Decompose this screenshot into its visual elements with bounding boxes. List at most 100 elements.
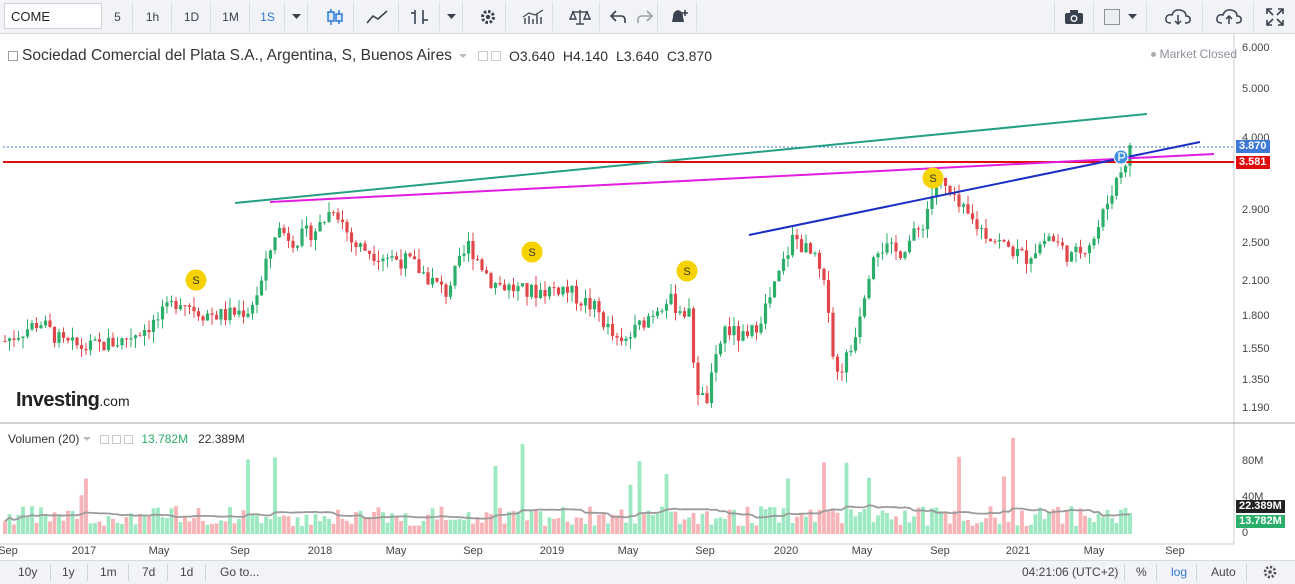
volume-settings-icon[interactable]: [112, 434, 122, 444]
candle-body: [79, 345, 84, 349]
candle-body: [898, 251, 903, 259]
volume-bar: [498, 507, 502, 534]
candle-body: [669, 293, 673, 305]
candle-body: [912, 228, 916, 241]
collapse-legend-icon[interactable]: [8, 51, 18, 61]
range-7d[interactable]: 7d: [142, 565, 155, 581]
candle-body: [723, 326, 727, 344]
volume-bar: [592, 525, 597, 534]
volume-bar: [907, 522, 912, 534]
cloud-download-icon[interactable]: [1153, 2, 1203, 31]
cloud-upload-icon[interactable]: [1204, 2, 1254, 31]
symbol-input[interactable]: [4, 3, 102, 29]
volume-bar: [124, 516, 129, 534]
line-chart-icon[interactable]: [355, 2, 399, 31]
volume-bar: [237, 518, 241, 534]
interval-5[interactable]: 5: [103, 2, 133, 31]
volume-bar: [750, 522, 754, 534]
drawing-dropdown-icon[interactable]: [441, 2, 463, 31]
candle-body: [304, 225, 309, 229]
interval-1d[interactable]: 1D: [173, 2, 211, 31]
candle-body: [349, 232, 354, 243]
volume-close-icon[interactable]: [124, 434, 134, 444]
log-toggle[interactable]: log: [1171, 565, 1187, 581]
fullscreen-icon[interactable]: [1258, 2, 1292, 31]
volume-bar: [205, 524, 210, 534]
volume-bar: [165, 518, 169, 534]
candle-body: [966, 204, 970, 214]
volume-bar: [529, 510, 534, 534]
volume-bar: [619, 509, 624, 534]
volume-bar: [340, 518, 345, 534]
candle-body: [372, 253, 376, 261]
candle-body: [61, 332, 66, 338]
trend-line-lower[interactable]: [748, 141, 1201, 236]
investing-logo: Investing.com: [16, 389, 130, 411]
interval-1h[interactable]: 1h: [134, 2, 172, 31]
indicators-icon[interactable]: [513, 2, 553, 31]
interval-dropdown-icon[interactable]: [286, 2, 308, 31]
range-1d[interactable]: 1d: [180, 565, 193, 581]
volume-bar: [943, 511, 948, 534]
volume-bar: [192, 518, 196, 534]
chart-toolbar: 5 1h 1D 1M 1S: [0, 0, 1295, 34]
title-dropdown-icon[interactable]: [458, 51, 470, 61]
candle-body: [628, 337, 633, 339]
volume-bar: [309, 524, 313, 534]
volume-dropdown-icon[interactable]: [82, 434, 94, 444]
candle-body: [1069, 252, 1074, 262]
candles-icon[interactable]: [316, 2, 354, 31]
range-10y[interactable]: 10y: [18, 565, 37, 581]
interval-1s[interactable]: 1S: [251, 2, 285, 31]
candle-body: [583, 298, 588, 306]
drawing-tools-icon[interactable]: [400, 2, 440, 31]
volume-bar: [408, 525, 412, 534]
volume-bar: [1024, 525, 1029, 534]
candle-body: [246, 313, 250, 317]
alert-bell-icon[interactable]: [663, 2, 697, 31]
candle-body: [957, 194, 961, 207]
compare-scale-icon[interactable]: [560, 2, 600, 31]
undo-icon[interactable]: [605, 2, 631, 31]
candle-body: [1051, 236, 1056, 242]
auto-toggle[interactable]: Auto: [1211, 565, 1236, 581]
trend-line-upper[interactable]: [234, 113, 1148, 204]
volume-bar: [111, 518, 115, 534]
range-1m[interactable]: 1m: [100, 565, 117, 581]
event-marker-icon[interactable]: [1113, 149, 1129, 165]
price-chart[interactable]: S S S S: [0, 34, 1295, 560]
redo-icon[interactable]: [632, 2, 658, 31]
dividend-marker[interactable]: S: [185, 269, 207, 291]
dividend-marker[interactable]: S: [922, 167, 944, 189]
candle-body: [885, 243, 889, 253]
camera-icon[interactable]: [1054, 2, 1094, 31]
interval-1m[interactable]: 1M: [212, 2, 250, 31]
volume-bar: [835, 512, 840, 534]
chart-settings-icon[interactable]: [1262, 564, 1278, 580]
dividend-marker[interactable]: S: [521, 241, 543, 263]
volume-bar: [772, 507, 777, 534]
candle-body: [759, 323, 763, 333]
volume-bar: [601, 513, 606, 534]
price-tick: 1.800: [1242, 310, 1270, 322]
settings-gear-icon[interactable]: [470, 2, 506, 31]
dividend-marker[interactable]: S: [676, 260, 698, 282]
svg-text:S: S: [929, 173, 936, 185]
range-1y[interactable]: 1y: [62, 565, 75, 581]
settings-mini-icon[interactable]: [490, 51, 501, 61]
eye-toggle-icon[interactable]: [477, 51, 488, 61]
candle-body: [1020, 248, 1024, 251]
volume-bar: [435, 519, 439, 534]
candle-body: [232, 307, 237, 315]
percent-toggle[interactable]: %: [1136, 565, 1147, 581]
color-picker-button[interactable]: [1095, 2, 1147, 31]
candle-body: [399, 259, 403, 269]
candle-body: [988, 238, 993, 242]
goto-date-button[interactable]: Go to...: [220, 565, 259, 581]
volume-bar: [142, 515, 147, 534]
candle-body: [7, 338, 12, 342]
time-tick: Sep: [230, 545, 250, 557]
candle-body: [642, 320, 646, 328]
volume-eye-icon[interactable]: [100, 434, 110, 444]
high-value: H4.140: [562, 48, 609, 64]
